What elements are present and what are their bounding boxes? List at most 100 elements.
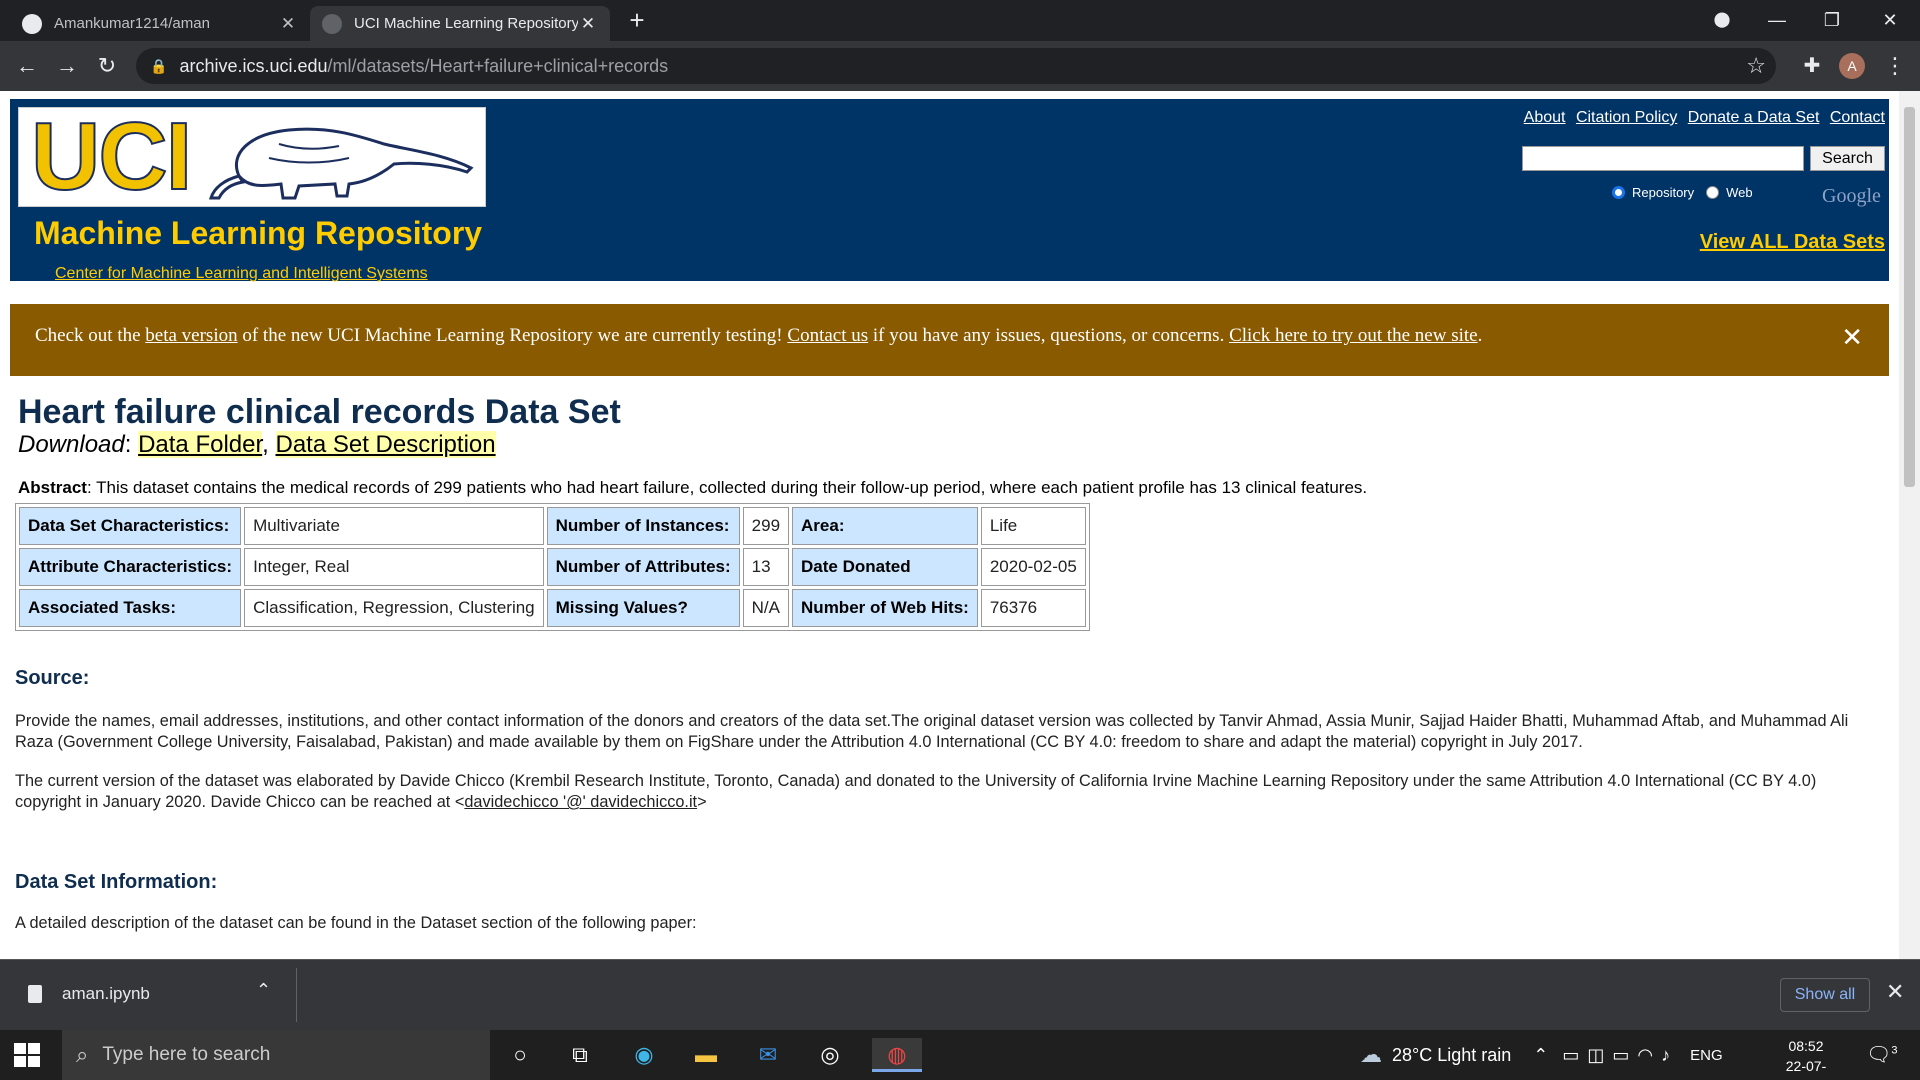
avatar[interactable]: A [1839,53,1865,79]
uci-logo[interactable]: UCI [18,102,486,211]
close-icon[interactable]: ✕ [1841,322,1863,353]
windows-start-icon[interactable] [14,1043,40,1067]
data-description-link[interactable]: Data Set Description [275,431,496,458]
source-paragraph: Provide the names, email addresses, inst… [15,712,1849,751]
url-path: /ml/datasets/Heart+failure+clinical+reco… [327,55,669,76]
table-cell: Associated Tasks: [19,589,242,627]
url-host: archive.ics.uci.edu [179,55,328,76]
bookmark-star-icon[interactable]: ☆ [1746,53,1766,79]
table-cell: Area: [792,507,978,545]
notification-icon[interactable]: 🗨3 [1866,1042,1898,1067]
new-site-link[interactable]: Click here to try out the new site [1229,325,1478,346]
table-cell: Multivariate [244,507,544,545]
table-cell: Life [980,507,1086,545]
download-item[interactable]: aman.ipynb [28,984,150,1004]
clock[interactable]: 08:52 22-07-2021 [1774,1036,1838,1080]
table-cell: 2020-02-05 [980,548,1086,586]
about-link[interactable]: About [1524,109,1566,126]
menu-icon[interactable]: ⋮ [1880,51,1910,81]
task-view-icon[interactable]: ⧉ [560,1038,600,1072]
abstract-label: Abstract [18,478,87,497]
tab-uci[interactable]: UCI Machine Learning Repository ✕ [310,6,610,41]
clock-time: 08:52 [1788,1038,1824,1054]
info-paragraph: A detailed description of the dataset ca… [15,914,697,932]
beta-version-link[interactable]: beta version [145,325,237,346]
repo-title: Machine Learning Repository [34,215,483,251]
tab-search-icon[interactable]: ⬤ [1702,6,1742,34]
anteater-icon [209,127,474,200]
browser-toolbar: ← → ↻ 🔒 archive.ics.uci.edu/ml/datasets/… [0,41,1920,91]
restore-button[interactable]: ❐ [1812,6,1852,34]
search-button[interactable]: Search [1810,146,1885,171]
close-window-button[interactable]: ✕ [1870,6,1910,34]
show-all-button[interactable]: Show all [1780,978,1870,1012]
abstract: Abstract: This dataset contains the medi… [18,478,1367,498]
table-cell: Integer, Real [244,548,544,586]
download-bar: aman.ipynb ⌃ Show all ✕ [0,959,1920,1030]
chevron-up-icon[interactable]: ⌃ [256,980,271,1001]
github-icon [22,13,42,34]
back-icon[interactable]: ← [12,51,42,81]
close-tab-icon[interactable]: ✕ [278,14,298,34]
notification-count: 3 [1891,1044,1898,1057]
close-tab-icon[interactable]: ✕ [578,14,598,34]
search-icon: ⌕ [76,1042,89,1067]
taskbar-search-input[interactable]: ⌕ Type here to search [62,1030,490,1080]
source-text-end: > [697,793,707,811]
address-bar[interactable]: 🔒 archive.ics.uci.edu/ml/datasets/Heart+… [136,48,1776,84]
table-cell: Date Donated [792,548,978,586]
language-indicator[interactable]: ENG [1690,1047,1723,1064]
search-scope: Repository Web [1600,185,1753,200]
radio-repository[interactable] [1612,186,1625,199]
close-icon[interactable]: ✕ [1886,979,1904,1005]
page-scrollbar[interactable] [1899,91,1920,959]
source-heading: Source: [15,667,90,689]
donate-link[interactable]: Donate a Data Set [1688,109,1820,126]
clock-date: 22-07-2021 [1785,1058,1827,1080]
mail-icon[interactable]: ✉ [748,1038,788,1072]
weather-text[interactable]: 28°C Light rain [1392,1045,1511,1066]
screen: Amankumar1214/aman ✕ UCI Machine Learnin… [0,0,1920,1080]
minimize-button[interactable]: — [1757,6,1797,34]
forward-icon[interactable]: → [52,51,82,81]
info-heading: Data Set Information: [15,871,218,893]
uci-logo-text: UCI [30,102,193,211]
chevron-up-icon[interactable]: ⌃ [1533,1045,1548,1066]
table-cell: Attribute Characteristics: [19,548,242,586]
center-link[interactable]: Center for Machine Learning and Intellig… [55,265,428,283]
edge-icon[interactable]: ◉ [624,1038,664,1072]
source-text: The current version of the dataset was e… [15,772,1817,811]
contact-us-link[interactable]: Contact us [787,325,868,346]
table-cell: Classification, Regression, Clustering [244,589,544,627]
view-all-link[interactable]: View ALL Data Sets [1700,231,1885,254]
radio-web-label: Web [1726,185,1753,200]
file-explorer-icon[interactable]: ▬ [686,1038,726,1072]
lock-icon: 🔒 [150,57,168,74]
comma: , [262,431,276,458]
tab-github[interactable]: Amankumar1214/aman ✕ [10,6,310,41]
taskbar: ⌕ Type here to search ○ ⧉ ◉ ▬ ✉ ◎ ◍ ☁ 28°… [0,1030,1920,1080]
colon: : [124,431,139,458]
google-logo: Google [1822,185,1881,207]
tray-icons[interactable]: ▭◫▭◠♪ [1562,1045,1678,1066]
table-cell: Number of Instances: [546,507,740,545]
citation-policy-link[interactable]: Citation Policy [1576,109,1677,126]
search-input[interactable] [1522,146,1804,171]
cortana-icon[interactable]: ○ [500,1038,540,1072]
table-row: Associated Tasks: Classification, Regres… [19,589,1086,627]
data-folder-link[interactable]: Data Folder [138,431,263,458]
dell-icon[interactable]: ◎ [810,1038,850,1072]
email-link[interactable]: davidechicco '@' davidechicco.it [464,793,697,811]
top-links: About Citation Policy Donate a Data Set … [1518,109,1885,127]
scroll-thumb[interactable] [1904,107,1915,487]
tab-title: Amankumar1214/aman [54,15,210,32]
reload-icon[interactable]: ↻ [92,51,122,81]
download-filename: aman.ipynb [62,984,150,1003]
chrome-icon[interactable]: ◍ [872,1038,922,1072]
extensions-icon[interactable]: ✚ [1797,51,1827,81]
new-tab-button[interactable]: + [622,6,652,36]
browser-tab-strip: Amankumar1214/aman ✕ UCI Machine Learnin… [0,0,1920,41]
tab-title: UCI Machine Learning Repository [354,15,578,32]
contact-link[interactable]: Contact [1830,109,1885,126]
radio-web[interactable] [1706,186,1720,199]
